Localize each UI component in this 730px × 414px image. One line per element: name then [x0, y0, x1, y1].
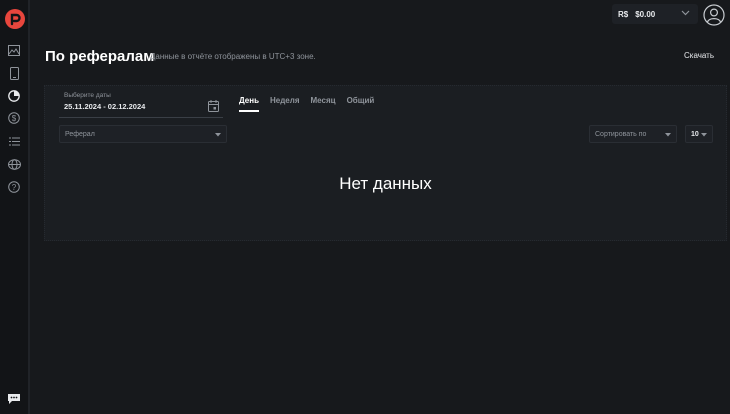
- referral-select[interactable]: Реферал: [59, 125, 227, 143]
- image-icon[interactable]: [7, 43, 21, 57]
- balance-value: $0.00: [635, 9, 656, 19]
- date-range-label: Выберите даты: [64, 92, 111, 99]
- tab-month[interactable]: Месяц: [311, 96, 336, 112]
- page-size-select[interactable]: 10: [685, 125, 713, 143]
- page-title: По рефералам: [45, 48, 155, 65]
- date-range-value: 25.11.2024 - 02.12.2024: [64, 102, 146, 111]
- period-tabs: День Неделя Месяц Общий: [239, 96, 374, 112]
- calendar-icon[interactable]: [208, 100, 219, 112]
- chevron-down-icon: [681, 10, 690, 16]
- caret-down-icon: [701, 133, 707, 137]
- svg-text:?: ?: [12, 183, 17, 192]
- avatar-icon[interactable]: [703, 4, 725, 26]
- logo-icon[interactable]: [5, 9, 25, 29]
- page-subtitle: Данные в отчёте отображены в UTC+3 зоне.: [150, 52, 316, 61]
- tab-day[interactable]: День: [239, 96, 259, 112]
- date-range-field[interactable]: Выберите даты 25.11.2024 - 02.12.2024: [59, 90, 223, 118]
- caret-down-icon: [215, 133, 221, 137]
- chat-icon[interactable]: [7, 392, 21, 404]
- caret-down-icon: [665, 133, 671, 137]
- empty-state-text: Нет данных: [339, 174, 432, 193]
- currency-label: R$: [618, 9, 629, 19]
- globe-icon[interactable]: [7, 157, 21, 171]
- tab-week[interactable]: Неделя: [270, 96, 300, 112]
- page-size-value: 10: [691, 130, 699, 138]
- sidebar: $ ?: [0, 0, 30, 414]
- dollar-icon[interactable]: $: [7, 111, 21, 125]
- phone-icon[interactable]: [7, 66, 21, 80]
- balance-selector[interactable]: R$ $0.00: [612, 4, 698, 24]
- help-icon[interactable]: ?: [7, 180, 21, 194]
- sort-select[interactable]: Сортировать по: [589, 125, 677, 143]
- svg-text:$: $: [12, 114, 17, 123]
- referral-select-placeholder: Реферал: [65, 130, 95, 138]
- download-button[interactable]: Скачать: [684, 51, 714, 60]
- tab-total[interactable]: Общий: [347, 96, 375, 112]
- sort-select-placeholder: Сортировать по: [595, 130, 647, 138]
- pie-chart-icon[interactable]: [7, 89, 21, 103]
- list-icon[interactable]: [7, 134, 21, 148]
- report-panel: Выберите даты 25.11.2024 - 02.12.2024 Де…: [44, 85, 727, 241]
